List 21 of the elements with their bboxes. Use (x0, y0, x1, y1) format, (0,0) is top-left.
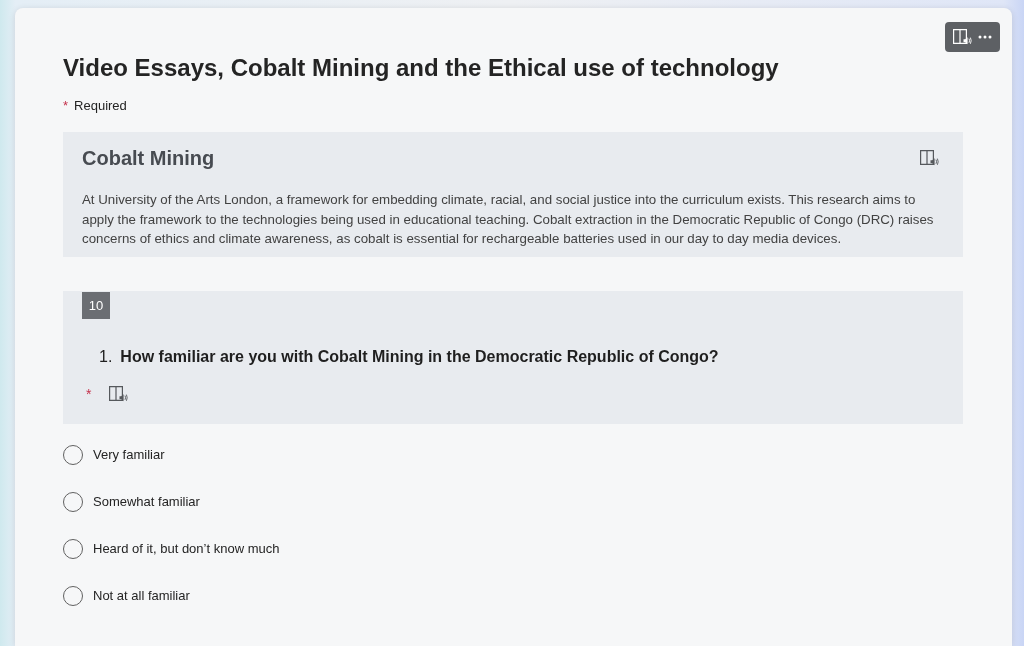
more-icon (978, 35, 992, 39)
immersive-reader-button[interactable] (920, 150, 939, 166)
required-note: Required (74, 97, 127, 115)
option-label[interactable]: Not at all familiar (93, 586, 190, 605)
section-title: Cobalt Mining (82, 146, 215, 171)
question-number: 1. (99, 346, 113, 367)
book-speaker-icon (109, 385, 129, 402)
immersive-reader-button[interactable] (953, 29, 972, 45)
question-tag: 10 (82, 291, 110, 319)
required-asterisk: * (86, 385, 92, 402)
option-label[interactable]: Somewhat familiar (93, 492, 200, 511)
form-title: Video Essays, Cobalt Mining and the Ethical use of technology (63, 53, 780, 83)
required-asterisk: * (63, 97, 69, 115)
option-label[interactable]: Very familiar (93, 445, 165, 464)
book-speaker-icon (953, 29, 972, 45)
immersive-reader-button[interactable] (109, 385, 129, 402)
option-label[interactable]: Heard of it, but don’t know much (93, 539, 280, 558)
book-speaker-icon (920, 150, 939, 166)
question-text: How familiar are you with Cobalt Mining in the Democratic Republic of Congo? (120, 346, 719, 367)
section-description: At University of the Arts London, a framework for embedding climate, racial, and social justice into the curriculum exists. This research aims to apply the framework to the technologies being used in educational teaching. Cobalt extraction in the Democratic Republic of Congo (DRC) raises concerns of ethics and climate awareness, as cobalt is essential for rechargeable batteries used in our day to day media devices. (82, 191, 935, 248)
more-options-button[interactable] (978, 35, 992, 39)
